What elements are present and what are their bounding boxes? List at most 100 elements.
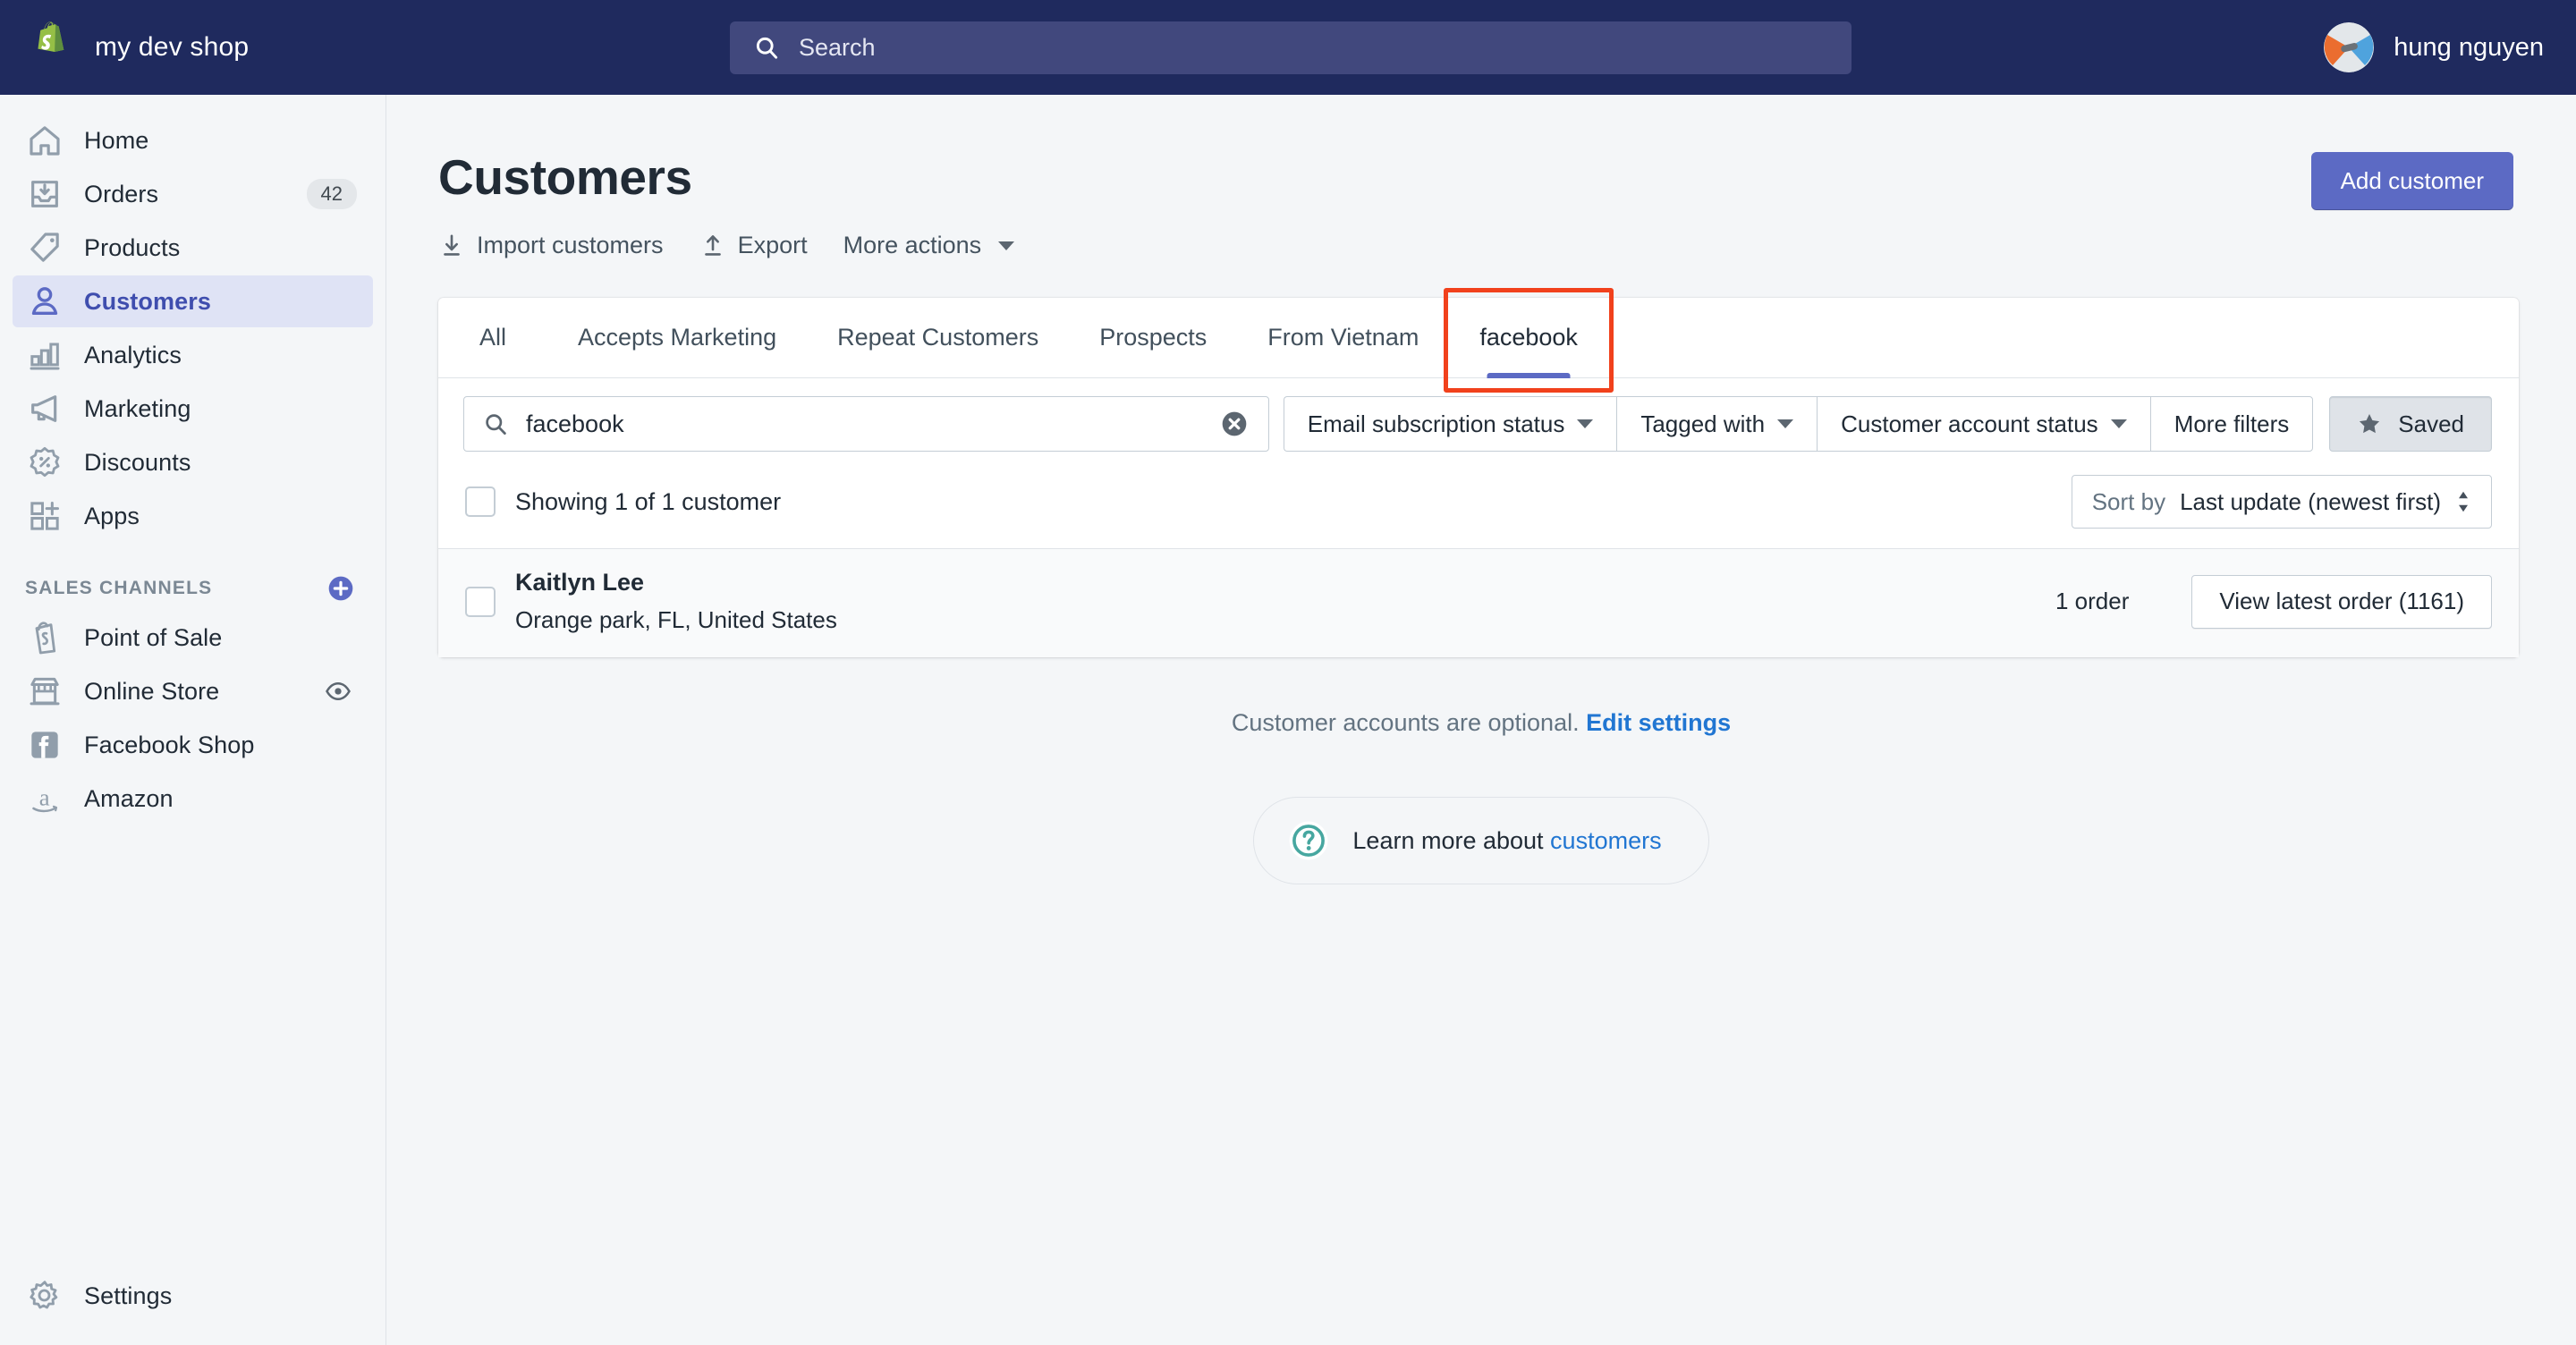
more-filters-button[interactable]: More filters <box>2149 396 2314 452</box>
more-actions-button[interactable]: More actions <box>843 232 1015 259</box>
more-actions-label: More actions <box>843 232 982 258</box>
select-all-checkbox[interactable] <box>465 486 496 517</box>
sidebar-label: Products <box>84 233 181 261</box>
sidebar-item-home[interactable]: Home <box>13 114 373 166</box>
chevron-down-icon <box>1777 419 1794 428</box>
customers-card: All Accepts Marketing Repeat Customers P… <box>438 288 2519 657</box>
add-customer-button[interactable]: Add customer <box>2310 152 2513 210</box>
tagged-with-dropdown[interactable]: Tagged with <box>1616 396 1818 452</box>
storefront-icon <box>25 672 64 711</box>
saved-label: Saved <box>2398 410 2464 437</box>
view-latest-order-button[interactable]: View latest order (1161) <box>2191 574 2492 629</box>
email-subscription-status-dropdown[interactable]: Email subscription status <box>1283 396 1617 452</box>
page-actions: Import customers Export More actions <box>386 210 2576 259</box>
more-filters-label: More filters <box>2174 410 2290 437</box>
marketing-megaphone-icon <box>25 389 64 428</box>
sidebar-item-facebook-shop[interactable]: Facebook Shop <box>13 719 373 771</box>
sidebar-label: Discounts <box>84 448 191 476</box>
global-search-placeholder: Search <box>799 34 876 61</box>
sidebar-item-analytics[interactable]: Analytics <box>13 329 373 381</box>
sales-channels-title: SALES CHANNELS <box>25 578 213 598</box>
chevron-down-icon <box>998 241 1015 250</box>
eye-icon[interactable] <box>325 678 352 705</box>
customers-link[interactable]: customers <box>1550 827 1662 854</box>
global-search-input[interactable]: Search <box>730 21 1852 74</box>
settings-section: Settings <box>0 1268 386 1345</box>
tab-prospects[interactable]: Prospects <box>1069 298 1237 377</box>
tab-repeat-customers[interactable]: Repeat Customers <box>807 298 1069 377</box>
customer-name: Kaitlyn Lee <box>515 569 645 596</box>
sidebar-item-amazon[interactable]: a Amazon <box>13 773 373 825</box>
brand[interactable]: my dev shop <box>0 21 386 73</box>
sidebar-label: Analytics <box>84 341 182 368</box>
analytics-bar-chart-icon <box>25 335 64 375</box>
sidebar: Home Orders 42 Products Customers Analyt… <box>0 95 386 1345</box>
search-value: facebook <box>526 410 624 437</box>
sidebar-label: Customers <box>84 287 211 315</box>
sort-label: Sort by <box>2091 487 2166 515</box>
sort-value: Last update (newest first) <box>2180 487 2441 515</box>
tab-from-vietnam[interactable]: From Vietnam <box>1237 298 1449 377</box>
customer-location: Orange park, FL, United States <box>515 606 837 633</box>
sort-dropdown[interactable]: Sort by Last update (newest first) <box>2071 475 2492 529</box>
customers-person-icon <box>25 282 64 321</box>
row-checkbox[interactable] <box>465 586 496 617</box>
tab-facebook[interactable]: facebook <box>1449 298 1608 378</box>
sidebar-label: Apps <box>84 502 140 529</box>
order-count: 1 order <box>2055 588 2130 614</box>
user-menu[interactable]: hung nguyen <box>2324 0 2544 95</box>
sort-updown-icon <box>2459 491 2468 512</box>
filter-label: Tagged with <box>1640 410 1766 437</box>
primary-nav: Home Orders 42 Products Customers Analyt… <box>0 95 386 542</box>
clear-search-icon[interactable] <box>1220 410 1249 438</box>
import-customers-button[interactable]: Import customers <box>438 232 664 259</box>
sidebar-item-online-store[interactable]: Online Store <box>13 665 373 717</box>
sidebar-item-apps[interactable]: Apps <box>13 490 373 542</box>
learn-more-card[interactable]: Learn more about customers <box>1253 797 1709 884</box>
learn-more-text: Learn more about customers <box>1352 827 1661 855</box>
chevron-down-icon <box>1577 419 1594 428</box>
sidebar-item-settings[interactable]: Settings <box>13 1270 374 1322</box>
home-icon <box>25 121 64 160</box>
sidebar-item-marketing[interactable]: Marketing <box>13 383 373 435</box>
sidebar-label: Point of Sale <box>84 623 223 651</box>
list-header: Showing 1 of 1 customer Sort by Last upd… <box>438 466 2519 548</box>
filter-tabs: All Accepts Marketing Repeat Customers P… <box>438 288 2519 393</box>
search-icon <box>756 37 778 59</box>
tab-label: Repeat Customers <box>837 324 1039 351</box>
customer-account-status-dropdown[interactable]: Customer account status <box>1817 396 2150 452</box>
edit-settings-link[interactable]: Edit settings <box>1586 709 1731 736</box>
sidebar-label: Settings <box>84 1282 173 1309</box>
chevron-down-icon <box>2110 419 2127 428</box>
sidebar-item-orders[interactable]: Orders 42 <box>13 168 373 220</box>
tab-accepts-marketing[interactable]: Accepts Marketing <box>547 298 807 377</box>
table-row[interactable]: Kaitlyn Lee Orange park, FL, United Stat… <box>438 548 2519 657</box>
main-content: Customers Add customer Import customers … <box>386 95 2576 1345</box>
sidebar-item-products[interactable]: Products <box>13 222 373 274</box>
tab-active-indicator <box>1487 373 1571 378</box>
add-channel-plus-icon[interactable] <box>326 574 355 603</box>
brand-name: my dev shop <box>95 32 250 62</box>
customer-info: Kaitlyn Lee Orange park, FL, United Stat… <box>515 569 837 634</box>
import-down-arrow-icon <box>444 233 460 256</box>
products-tag-icon <box>25 228 64 267</box>
showing-count: Showing 1 of 1 customer <box>515 487 782 515</box>
svg-text:a: a <box>39 784 50 811</box>
sidebar-item-discounts[interactable]: Discounts <box>13 436 373 488</box>
help-question-icon <box>1289 821 1328 860</box>
discounts-percent-icon <box>25 443 64 482</box>
tab-label: Prospects <box>1099 324 1208 351</box>
export-label: Export <box>737 232 808 258</box>
learn-more-section: Learn more about customers <box>386 797 2576 884</box>
sidebar-item-customers[interactable]: Customers <box>13 275 373 327</box>
sidebar-label: Facebook Shop <box>84 731 255 758</box>
export-button[interactable]: Export <box>699 232 808 259</box>
saved-filters-button[interactable]: Saved <box>2329 396 2492 452</box>
export-up-arrow-icon <box>704 234 721 256</box>
filter-label: Customer account status <box>1841 410 2098 437</box>
search-input[interactable]: facebook <box>463 396 1269 452</box>
tab-all[interactable]: All <box>438 298 547 377</box>
page-title: Customers <box>438 149 692 205</box>
sidebar-item-point-of-sale[interactable]: Point of Sale <box>13 612 373 664</box>
sidebar-label: Amazon <box>84 784 174 812</box>
